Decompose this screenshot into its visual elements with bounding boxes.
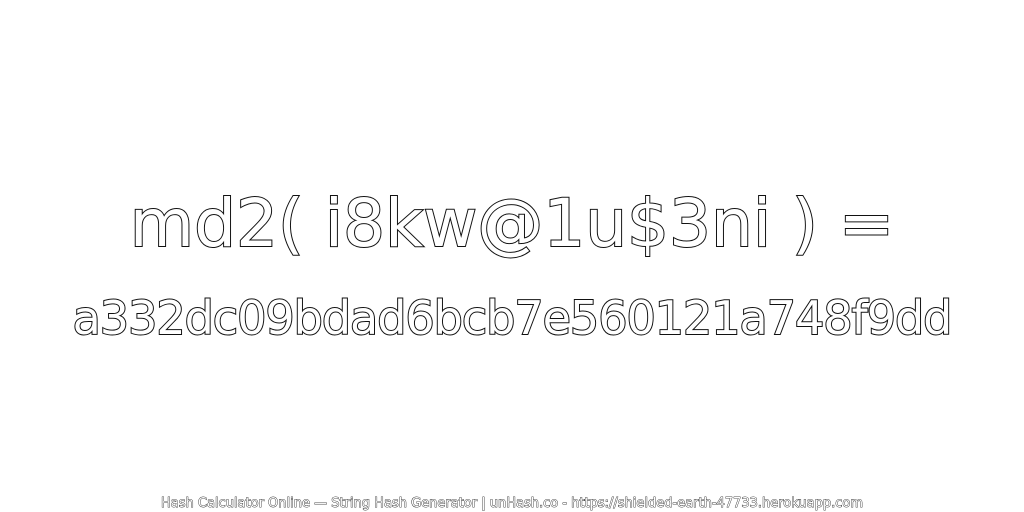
hash-output-value: a332dc09bdad6bcb7e560121a748f9dd — [72, 290, 954, 346]
footer-credit-text: Hash Calculator Online — String Hash Gen… — [161, 496, 864, 512]
hash-result-canvas: md2( i8kw@1u$3ni ) = a332dc09bdad6bcb7e5… — [0, 0, 1024, 512]
hash-expression-title: md2( i8kw@1u$3ni ) = — [129, 184, 895, 263]
